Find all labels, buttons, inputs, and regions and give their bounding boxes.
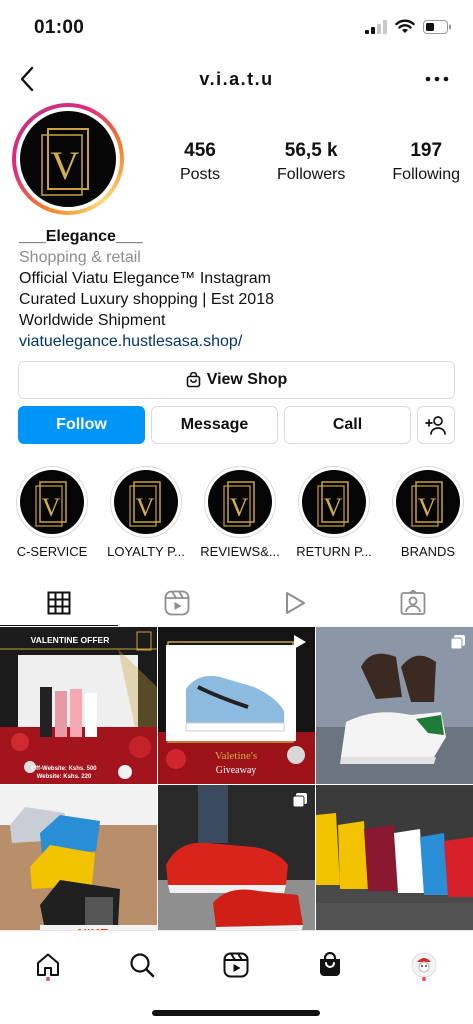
svg-text:Giveaway: Giveaway: [216, 765, 257, 776]
more-options-icon[interactable]: [423, 67, 451, 91]
cellular-signal-icon: [365, 19, 387, 34]
profile-avatar-icon: [411, 952, 437, 978]
valentine-offer-image: VALENTINE OFFER Off-Website: Kshs. 500 W…: [0, 627, 157, 784]
highlight-c-service[interactable]: V C-SERVICE: [7, 466, 97, 559]
battery-icon: [423, 19, 451, 34]
shopping-bag-icon: [186, 372, 200, 388]
suggested-accounts-button[interactable]: [417, 406, 455, 444]
multiple-photos-icon: [292, 793, 307, 808]
bio-line: Worldwide Shipment: [19, 312, 166, 329]
profile-nav-bar: v.i.a.t.u: [0, 56, 473, 104]
search-icon: [130, 953, 155, 978]
white-sneaker-image: [316, 627, 473, 784]
post-thumbnail[interactable]: [158, 785, 315, 942]
bio-line: Curated Luxury shopping | Est 2018: [19, 291, 274, 308]
viatu-logo-icon: V: [317, 481, 349, 527]
home-icon: [37, 953, 59, 976]
following-count[interactable]: 197 Following: [392, 140, 460, 184]
tab-posts-grid[interactable]: [0, 580, 118, 626]
highlight-label: LOYALTY P...: [107, 544, 185, 559]
profile-avatar[interactable]: V: [12, 103, 124, 215]
view-shop-button[interactable]: View Shop: [18, 361, 455, 399]
highlight-label: C-SERVICE: [16, 544, 88, 559]
bio-link[interactable]: viatuelegance.hustlesasa.shop/: [19, 331, 459, 352]
post-thumbnail[interactable]: Valetine's Giveaway: [158, 627, 315, 784]
post-thumbnail[interactable]: [316, 785, 473, 942]
call-button[interactable]: Call: [284, 406, 411, 444]
svg-text:V: V: [230, 493, 249, 522]
highlight-reviews[interactable]: V REVIEWS&...: [195, 466, 285, 559]
svg-text:Valetine's: Valetine's: [215, 750, 257, 762]
svg-text:V: V: [42, 493, 61, 522]
grid-icon: [47, 591, 71, 614]
post-thumbnail[interactable]: [316, 627, 473, 784]
highlight-label: REVIEWS&...: [200, 544, 280, 559]
highlight-label: BRANDS: [400, 544, 456, 559]
post-thumbnail[interactable]: NIKE: [0, 785, 157, 942]
svg-text:V: V: [418, 493, 437, 522]
viatu-logo-icon: V: [411, 481, 443, 527]
tagged-person-icon: [400, 590, 426, 615]
notification-dot: [46, 977, 50, 981]
status-bar: 01:00: [0, 0, 473, 56]
svg-text:Website: Kshs. 220: Website: Kshs. 220: [37, 774, 92, 780]
nav-search[interactable]: [122, 945, 162, 985]
profile-username: v.i.a.t.u: [199, 69, 274, 89]
giveaway-sneaker-image: Valetine's Giveaway: [158, 627, 315, 784]
play-icon: [286, 592, 305, 614]
home-indicator: [152, 1010, 320, 1016]
svg-text:V: V: [324, 493, 343, 522]
tab-tagged[interactable]: [354, 580, 472, 626]
multiple-photos-icon: [450, 635, 465, 650]
status-time: 01:00: [34, 17, 85, 38]
add-person-icon: [425, 416, 446, 435]
tab-reels[interactable]: [118, 580, 236, 626]
profile-name: ___Elegance___: [19, 228, 143, 245]
post-thumbnail[interactable]: VALENTINE OFFER Off-Website: Kshs. 500 W…: [0, 627, 157, 784]
avatar-logo: V: [20, 111, 116, 207]
nav-shop[interactable]: [310, 945, 350, 985]
svg-text:Off-Website: Kshs. 500: Off-Website: Kshs. 500: [31, 766, 97, 772]
jordan-lineup-image: [316, 785, 473, 942]
tab-videos[interactable]: [236, 580, 354, 626]
profile-category: Shopping & retail: [19, 249, 141, 266]
svg-text:V: V: [136, 493, 155, 522]
svg-text:V: V: [51, 143, 80, 188]
reels-icon: [223, 952, 249, 978]
reels-icon: [164, 590, 190, 616]
wifi-icon: [395, 19, 415, 33]
jordan-shoes-image: NIKE: [0, 785, 157, 942]
highlight-return-policy[interactable]: V RETURN P...: [289, 466, 379, 559]
nav-reels[interactable]: [216, 945, 256, 985]
profile-bio: ___Elegance___ Shopping & retail Officia…: [19, 226, 459, 352]
viatu-logo-icon: V: [129, 481, 161, 527]
profile-tabs: [0, 580, 473, 626]
red-sneakers-image: [158, 785, 315, 942]
highlight-brands[interactable]: V BRANDS: [383, 466, 473, 559]
notification-dot: [422, 977, 426, 981]
posts-count: 456 Posts: [179, 140, 220, 183]
bio-line: Official Viatu Elegance™ Instagram: [19, 270, 271, 287]
viatu-logo-icon: V: [35, 481, 67, 527]
video-indicator-icon: [294, 635, 306, 649]
message-button[interactable]: Message: [151, 406, 278, 444]
highlight-loyalty[interactable]: V LOYALTY P...: [101, 466, 191, 559]
follow-button[interactable]: Follow: [18, 406, 145, 444]
profile-stats: 456 Posts 56,5 k Followers 197 Following: [170, 140, 460, 184]
viatu-logo-icon: V: [223, 481, 255, 527]
viatu-logo-icon: V: [41, 128, 89, 196]
svg-text:VALENTINE OFFER: VALENTINE OFFER: [31, 635, 110, 645]
shop-bag-icon: [320, 952, 340, 976]
highlight-label: RETURN P...: [296, 544, 372, 559]
followers-count[interactable]: 56,5 k Followers: [277, 140, 345, 184]
status-icons: [365, 19, 451, 34]
